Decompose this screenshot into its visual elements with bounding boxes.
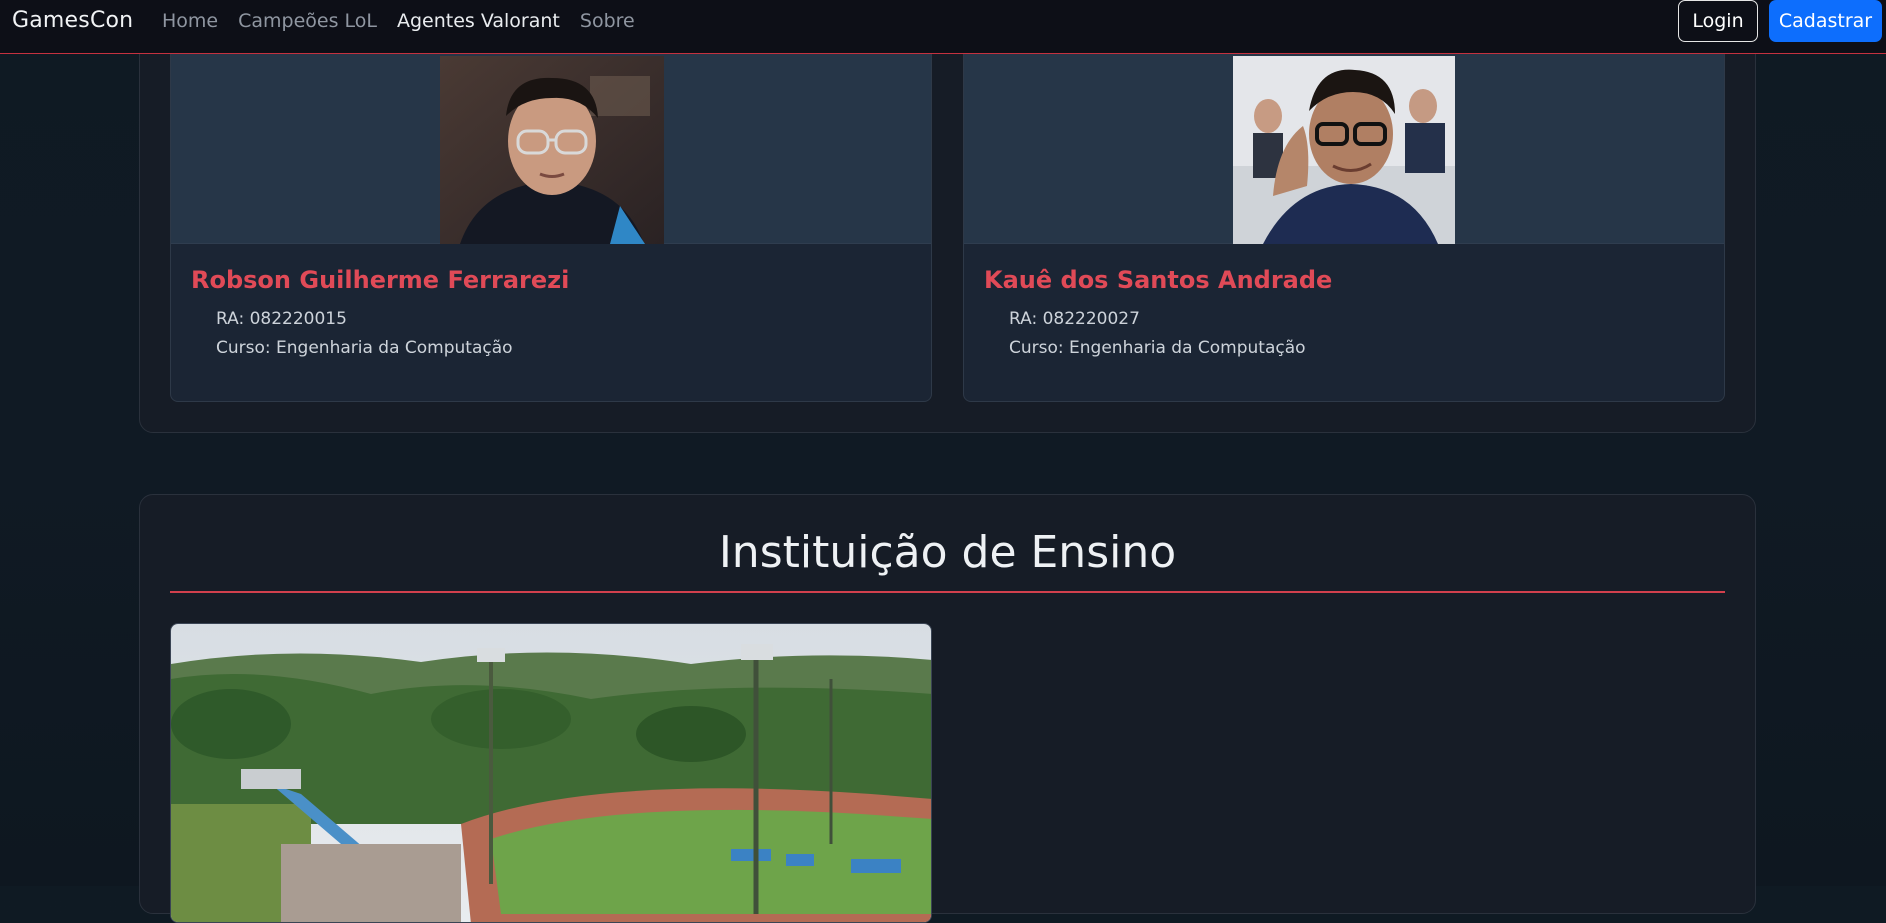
member-photo-kaue bbox=[1233, 56, 1455, 244]
nav-link-campeoes-lol[interactable]: Campeões LoL bbox=[238, 10, 377, 32]
member-course: Curso: Engenharia da Computação bbox=[1009, 338, 1306, 358]
team-section: Robson Guilherme Ferrarezi RA: 082220015… bbox=[139, 0, 1756, 433]
member-ra: RA: 082220027 bbox=[1009, 309, 1140, 329]
institution-section: Instituição de Ensino bbox=[139, 494, 1756, 923]
title-divider bbox=[170, 591, 1725, 593]
nav-link-sobre[interactable]: Sobre bbox=[580, 10, 635, 32]
nav-links: Home Campeões LoL Agentes Valorant Sobre bbox=[162, 10, 655, 32]
member-card-kaue: Kauê dos Santos Andrade RA: 082220027 Cu… bbox=[963, 0, 1725, 402]
institution-photo bbox=[170, 623, 932, 923]
member-name: Robson Guilherme Ferrarezi bbox=[191, 266, 570, 294]
member-card-robson: Robson Guilherme Ferrarezi RA: 082220015… bbox=[170, 0, 932, 402]
member-name: Kauê dos Santos Andrade bbox=[984, 266, 1333, 294]
nav-link-agentes-valorant[interactable]: Agentes Valorant bbox=[397, 10, 560, 32]
member-photo-robson bbox=[440, 56, 664, 244]
login-button[interactable]: Login bbox=[1678, 0, 1758, 42]
member-course: Curso: Engenharia da Computação bbox=[216, 338, 513, 358]
institution-title: Instituição de Ensino bbox=[718, 527, 1177, 578]
nav-link-home[interactable]: Home bbox=[162, 10, 218, 32]
member-ra: RA: 082220015 bbox=[216, 309, 347, 329]
top-navbar: GamesCon Home Campeões LoL Agentes Valor… bbox=[0, 0, 1886, 54]
signup-button[interactable]: Cadastrar bbox=[1769, 0, 1882, 42]
brand-logo[interactable]: GamesCon bbox=[12, 8, 133, 33]
